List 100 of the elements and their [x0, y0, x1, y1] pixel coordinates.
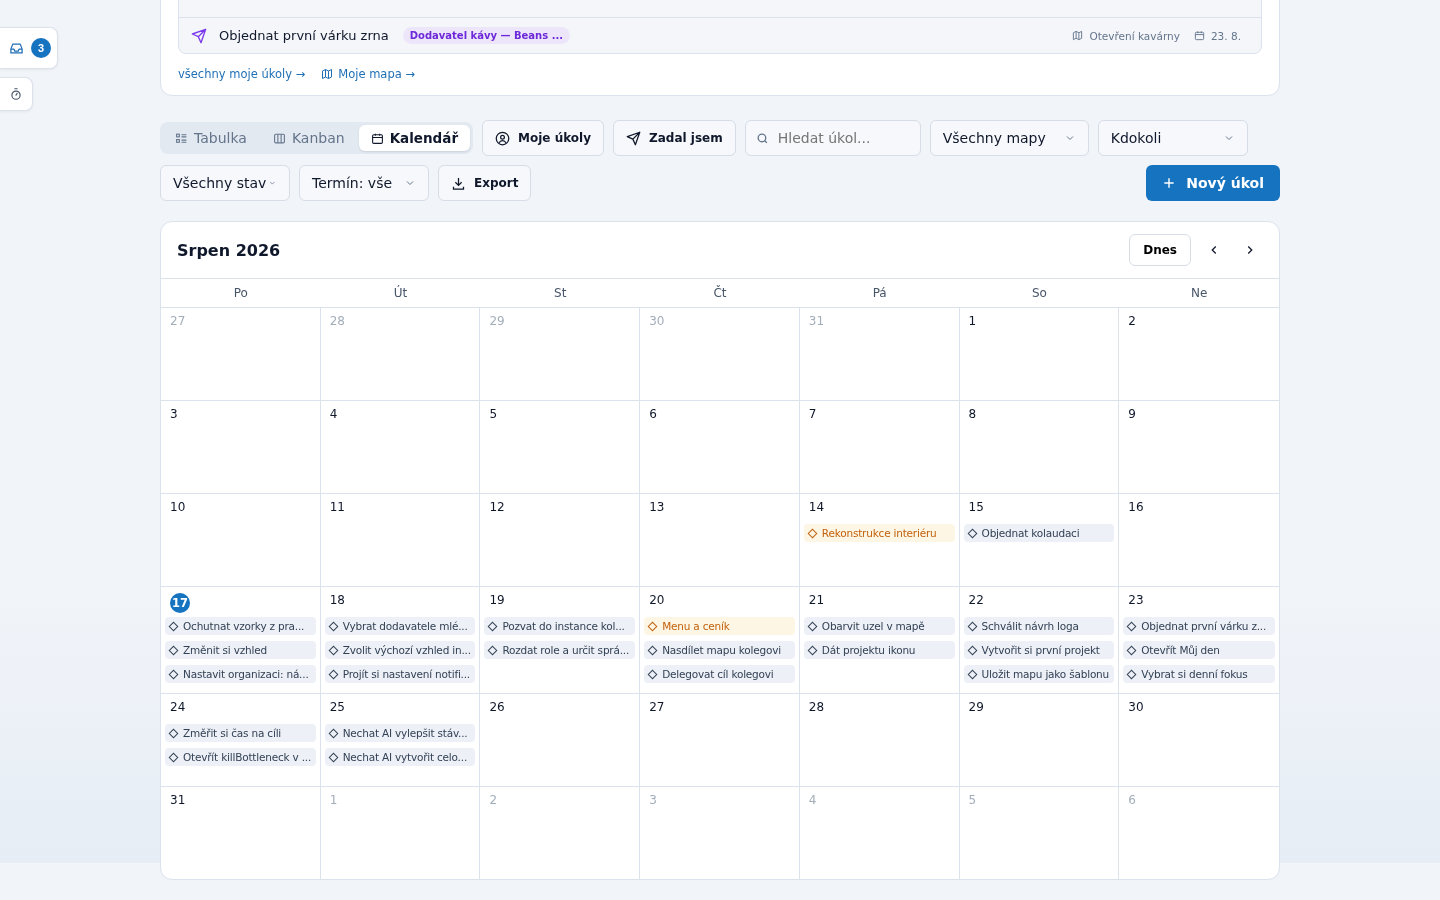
- timer-icon: [9, 87, 23, 101]
- day-number: 26: [488, 700, 506, 716]
- day-number: 29: [967, 700, 985, 716]
- day-number: 3: [648, 793, 658, 809]
- my-map-link[interactable]: Moje mapa →: [321, 67, 416, 81]
- day-number: 31: [169, 793, 187, 809]
- day-number: 29: [488, 314, 506, 330]
- task-chip[interactable]: Ochutnat vzorky z pra...: [165, 617, 316, 635]
- columns-icon: [272, 131, 286, 145]
- task-chip[interactable]: Projít si nastavení notifi...: [324, 665, 476, 683]
- day-number: 4: [807, 793, 818, 809]
- task-chip[interactable]: Rozdat role a určit sprá...: [484, 641, 636, 659]
- day-number: 9: [1127, 407, 1137, 423]
- user-icon: [495, 130, 511, 146]
- task-chip[interactable]: Vybrat si denní fokus: [1123, 665, 1275, 683]
- task-chip[interactable]: Dát projektu ikonu: [803, 641, 955, 659]
- task-chip[interactable]: Schválit návrh loga: [963, 617, 1115, 635]
- task-chip[interactable]: Zvolit výchozí vzhled in...: [324, 641, 476, 659]
- send-icon: [191, 27, 207, 44]
- task-chip[interactable]: Nasdílet mapu kolegovi: [644, 641, 795, 659]
- task-chip[interactable]: Menu a ceník: [644, 617, 795, 635]
- task-chip[interactable]: Nastavit organizaci: ná...: [165, 665, 316, 683]
- day-number: 1: [967, 314, 978, 330]
- day-number: 1: [328, 793, 339, 809]
- task-chip[interactable]: Vybrat dodavatele mlé...: [324, 617, 476, 635]
- day-number: 16: [1127, 500, 1145, 516]
- day-number: 6: [648, 407, 658, 423]
- view-tab[interactable]: Kalendář: [358, 125, 471, 151]
- plus-icon: [1162, 176, 1177, 190]
- due-select[interactable]: Termín: vše: [299, 165, 429, 201]
- task-chip[interactable]: Rekonstrukce interiéru: [803, 524, 955, 542]
- map-name: Otevření kavárny: [1089, 29, 1180, 42]
- map-icon: [1072, 30, 1084, 41]
- day-number: 27: [169, 314, 187, 330]
- day-number: 13: [648, 500, 666, 516]
- day-number: 28: [807, 700, 826, 716]
- task-chip[interactable]: Obarvit uzel v mapě: [803, 617, 955, 635]
- day-number: 7: [807, 407, 818, 423]
- day-number: 19: [488, 593, 506, 609]
- assignee-select[interactable]: Kdokoli: [1097, 120, 1248, 156]
- status-select[interactable]: Všechny stav: [160, 165, 290, 201]
- task-chip[interactable]: Otevřít killBottleneck v ...: [165, 748, 316, 766]
- day-number: 30: [648, 314, 666, 330]
- goal-tag: Dodavatel kávy — Beans ...: [402, 27, 571, 44]
- day-number: 21: [807, 593, 826, 609]
- day-number: 30: [1127, 700, 1145, 716]
- day-number: 2: [1127, 314, 1137, 330]
- task-chip[interactable]: Nechat AI vytvořit celo...: [324, 748, 476, 766]
- day-number: 25: [328, 700, 346, 716]
- day-number: 6: [1127, 793, 1137, 809]
- weekday-label: St: [553, 285, 568, 302]
- task-chip[interactable]: Objednat první várku z...: [1123, 617, 1275, 635]
- task-chip[interactable]: Delegovat cíl kolegovi: [644, 665, 795, 683]
- count-badge: 3: [31, 38, 51, 58]
- day-number: 14: [807, 500, 826, 516]
- day-number: 4: [328, 407, 339, 423]
- weekday-label: Út: [392, 284, 409, 302]
- due-date: 23. 8.: [1210, 29, 1241, 42]
- assigned-by-me-button[interactable]: Zadal jsem: [613, 120, 736, 156]
- map-icon: [321, 68, 334, 80]
- day-number: 31: [807, 314, 826, 330]
- today-button[interactable]: Dnes: [1129, 234, 1191, 266]
- inbox-icon: [9, 40, 24, 56]
- task-chip[interactable]: Změřit si čas na cíli: [165, 724, 316, 742]
- export-button[interactable]: Export: [438, 165, 532, 201]
- weekday-label: Ne: [1189, 285, 1209, 302]
- view-tab[interactable]: Tabulka: [163, 125, 259, 151]
- day-number: 18: [328, 593, 346, 609]
- map-select[interactable]: Všechny mapy: [929, 120, 1089, 156]
- new-task-button[interactable]: Nový úkol: [1146, 165, 1280, 201]
- search-field[interactable]: Hledat úkol...: [744, 120, 921, 156]
- day-number: 5: [967, 793, 978, 809]
- task-chip[interactable]: Uložit mapu jako šablonu: [963, 665, 1115, 683]
- download-icon: [451, 175, 466, 191]
- calendar-icon: [370, 131, 384, 145]
- search-icon: [755, 132, 769, 145]
- task-chip[interactable]: Vytvořit si první projekt: [963, 641, 1115, 659]
- day-number: 10: [169, 500, 187, 516]
- task-chip[interactable]: Nechat AI vylepšit stáv...: [324, 724, 476, 742]
- task-chip[interactable]: Pozvat do instance kol...: [484, 617, 636, 635]
- task-chip[interactable]: Objednat kolaudaci: [963, 524, 1115, 542]
- weekday-label: Čt: [712, 284, 728, 302]
- day-number: 11: [328, 500, 346, 516]
- day-number: 23: [1127, 593, 1145, 609]
- day-number: 17: [170, 593, 190, 613]
- day-number: 20: [648, 593, 666, 609]
- task-chip[interactable]: Změnit si vzhled: [165, 641, 316, 659]
- day-number: 28: [328, 314, 346, 330]
- all-tasks-link[interactable]: všechny moje úkoly →: [178, 67, 306, 81]
- task-chip[interactable]: Otevřít Můj den: [1123, 641, 1275, 659]
- list-icon: [175, 131, 188, 145]
- day-number: 12: [488, 500, 506, 516]
- inbox-button[interactable]: 3: [0, 27, 58, 69]
- day-number: 2: [488, 793, 499, 809]
- day-number: 3: [169, 407, 179, 423]
- day-number: 24: [169, 700, 187, 716]
- timer-button[interactable]: [0, 77, 33, 111]
- my-tasks-button[interactable]: Moje úkoly: [482, 120, 605, 156]
- weekday-label: Po: [232, 285, 249, 302]
- view-tab[interactable]: Kanban: [260, 125, 357, 151]
